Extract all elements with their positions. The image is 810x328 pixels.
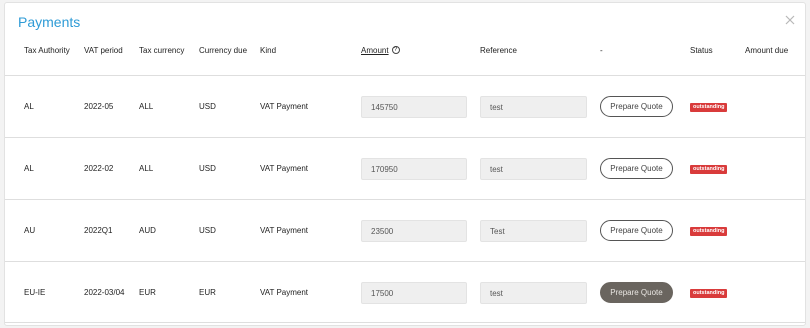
col-kind: Kind — [260, 46, 277, 55]
col-tax-currency: Tax currency — [139, 46, 185, 55]
col-reference: Reference — [480, 46, 517, 55]
col-amount[interactable]: Amount? — [361, 46, 400, 55]
col-currency-due: Currency due — [199, 46, 248, 55]
reference-input[interactable] — [480, 220, 587, 242]
reference-input[interactable] — [480, 282, 587, 304]
cell-tax-authority: AL — [24, 102, 34, 111]
cell-vat-period: 2022-05 — [84, 102, 114, 111]
cell-tax-currency: ALL — [139, 102, 154, 111]
modal-title: Payments — [18, 14, 81, 30]
reference-input[interactable] — [480, 158, 587, 180]
status-badge: outstanding — [690, 103, 728, 112]
col-action: - — [600, 46, 603, 55]
amount-input[interactable] — [361, 96, 467, 118]
cell-tax-currency: EUR — [139, 288, 156, 297]
prepare-quote-button[interactable]: Prepare Quote — [600, 220, 673, 241]
amount-input[interactable] — [361, 158, 467, 180]
cell-kind: VAT Payment — [260, 164, 309, 173]
cell-tax-currency: ALL — [139, 164, 154, 173]
cell-currency-due: EUR — [199, 288, 216, 297]
col-vat-period: VAT period — [84, 46, 123, 55]
cell-currency-due: USD — [199, 226, 216, 235]
cell-currency-due: USD — [199, 102, 216, 111]
table-header: Tax Authority VAT period Tax currency Cu… — [5, 46, 805, 60]
cell-kind: VAT Payment — [260, 102, 309, 111]
status-badge: outstanding — [690, 289, 728, 298]
status-badge: outstanding — [690, 227, 728, 236]
table-row: AU 2022Q1 AUD USD VAT Payment Prepare Qu… — [5, 199, 805, 261]
status-badge: outstanding — [690, 165, 728, 174]
prepare-quote-button[interactable]: Prepare Quote — [600, 282, 673, 303]
table-row: EU-IE 2022-03/04 EUR EUR VAT Payment Pre… — [5, 261, 805, 323]
cell-vat-period: 2022-03/04 — [84, 288, 125, 297]
col-amount-due: Amount due — [745, 46, 789, 55]
col-status: Status — [690, 46, 713, 55]
question-circle-icon[interactable]: ? — [391, 46, 400, 54]
col-amount-label: Amount — [361, 46, 389, 55]
cell-tax-authority: AU — [24, 226, 36, 235]
amount-input[interactable] — [361, 220, 467, 242]
cell-tax-authority: AL — [24, 164, 34, 173]
amount-input[interactable] — [361, 282, 467, 304]
cell-vat-period: 2022Q1 — [84, 226, 113, 235]
table-row: AL 2022-05 ALL USD VAT Payment Prepare Q… — [5, 75, 805, 137]
cell-vat-period: 2022-02 — [84, 164, 114, 173]
col-tax-authority: Tax Authority — [24, 46, 70, 55]
reference-input[interactable] — [480, 96, 587, 118]
table-row: AL 2022-02 ALL USD VAT Payment Prepare Q… — [5, 137, 805, 199]
payments-modal: Payments Tax Authority VAT period Tax cu… — [4, 2, 806, 326]
prepare-quote-button[interactable]: Prepare Quote — [600, 96, 673, 117]
cell-kind: VAT Payment — [260, 288, 309, 297]
cell-currency-due: USD — [199, 164, 216, 173]
cell-tax-authority: EU-IE — [24, 288, 46, 297]
cell-kind: VAT Payment — [260, 226, 309, 235]
close-icon[interactable] — [783, 13, 797, 27]
cell-tax-currency: AUD — [139, 226, 156, 235]
prepare-quote-button[interactable]: Prepare Quote — [600, 158, 673, 179]
